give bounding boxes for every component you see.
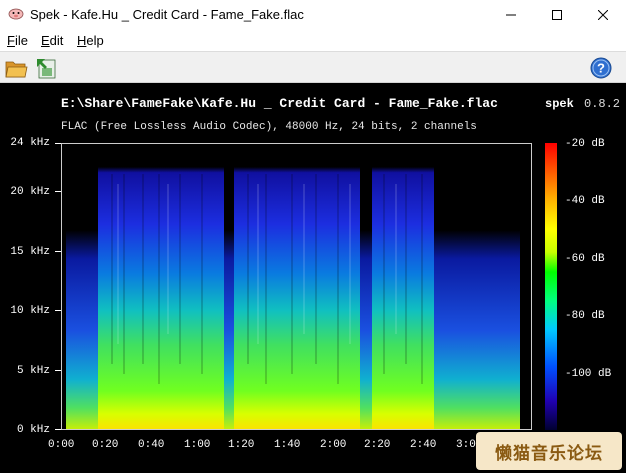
pig-app-icon [8,8,24,20]
y-tick: 5 kHz [16,365,50,377]
x-tick: 0:40 [138,439,165,451]
app-brand: spek [545,97,574,111]
y-tick: 24 kHz [10,137,50,149]
close-icon [598,10,608,20]
spectrogram-image [61,143,532,430]
maximize-button[interactable] [534,0,580,30]
spectrogram-graphic [62,144,531,429]
menu-edit-rest: dit [49,33,64,48]
window-title: Spek - Kafe.Hu _ Credit Card - Fame_Fake… [30,7,304,22]
menu-help-accel: H [77,33,87,48]
db-tick: -100 dB [565,368,612,380]
svg-text:?: ? [597,61,605,76]
x-tick: 1:00 [184,439,211,451]
y-tick: 10 kHz [10,305,50,317]
minimize-icon [506,14,516,16]
y-tick: 20 kHz [10,186,50,198]
help-icon[interactable]: ? [589,56,613,80]
x-tick: 1:40 [274,439,301,451]
y-tick: 15 kHz [10,246,50,258]
close-button[interactable] [580,0,626,30]
file-path: E:\Share\FameFake\Kafe.Hu _ Credit Card … [61,96,498,111]
x-tick: 2:20 [364,439,391,451]
menu-file[interactable]: File [7,33,28,48]
save-screenshot-icon[interactable] [34,56,58,80]
menu-help[interactable]: Help [77,33,104,48]
db-tick: -40 dB [565,195,605,207]
menu-file-accel: F [7,33,15,48]
y-tick: 0 kHz [16,424,50,436]
menu-edit[interactable]: Edit [41,33,63,48]
menu-edit-accel: E [41,33,50,48]
db-tick: -20 dB [565,138,605,150]
audio-info: FLAC (Free Lossless Audio Codec), 48000 … [61,121,477,133]
forum-watermark: 懒猫音乐论坛 [476,432,622,470]
spectrogram-canvas: E:\Share\FameFake\Kafe.Hu _ Credit Card … [0,83,626,473]
x-tick: 2:40 [410,439,437,451]
x-tick: 0:00 [48,439,75,451]
title-bar: Spek - Kafe.Hu _ Credit Card - Fame_Fake… [0,0,626,30]
x-tick: 0:20 [92,439,119,451]
menu-help-rest: elp [86,33,104,48]
maximize-icon [552,10,562,20]
db-tick: -60 dB [565,253,605,265]
minimize-button[interactable] [488,0,534,30]
db-colorbar [545,143,557,430]
folder-open-icon[interactable] [4,56,28,80]
menu-bar: File Edit Help [0,30,626,51]
db-tick: -80 dB [565,310,605,322]
x-tick: 2:00 [320,439,347,451]
x-tick: 1:20 [228,439,255,451]
menu-file-rest: ile [14,33,28,48]
toolbar: ? [0,51,626,83]
app-version: 0.8.2 [584,97,621,111]
watermark-text: 懒猫音乐论坛 [495,443,603,464]
